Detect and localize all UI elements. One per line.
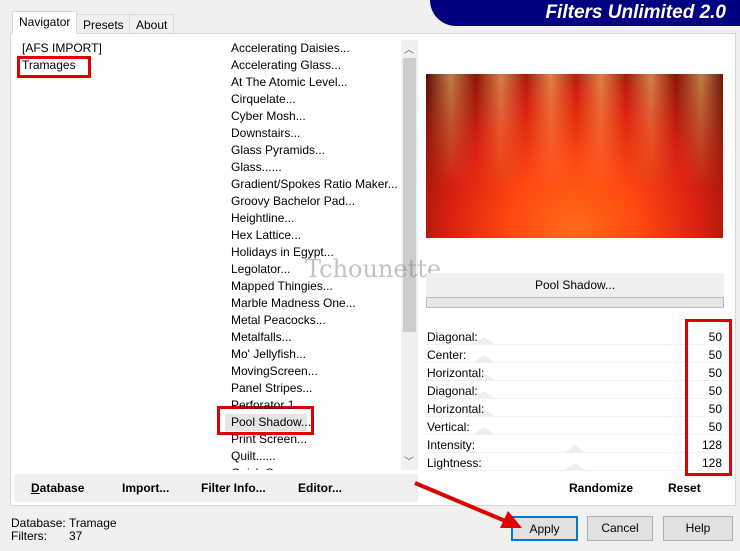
filter-item[interactable]: Hex Lattice...: [225, 227, 401, 244]
filter-item[interactable]: Print Screen...: [225, 431, 401, 448]
category-item[interactable]: [AFS IMPORT]: [14, 40, 214, 57]
filter-item[interactable]: Mapped Thingies...: [225, 278, 401, 295]
filter-item[interactable]: Pool Shadow...: [225, 414, 401, 431]
help-button[interactable]: Help: [663, 516, 733, 541]
filter-item[interactable]: Mo' Jellyfish...: [225, 346, 401, 363]
slider-label: Center:: [427, 348, 467, 362]
progress-bar: [426, 297, 724, 308]
slider-row[interactable]: Vertical: 50: [426, 418, 724, 435]
slider-thumb[interactable]: [564, 463, 585, 470]
filter-item[interactable]: Cyber Mosh...: [225, 108, 401, 125]
status-database-value: Tramage: [69, 516, 117, 530]
filter-item[interactable]: Gradient/Spokes Ratio Maker...: [225, 176, 401, 193]
slider-thumb[interactable]: [564, 445, 585, 452]
editor-button[interactable]: Editor...: [298, 481, 342, 495]
filter-info-button[interactable]: Filter Info...: [201, 481, 266, 495]
annotation-box: [17, 56, 91, 78]
filter-item[interactable]: Perforator 1: [225, 397, 401, 414]
filter-item[interactable]: Downstairs...: [225, 125, 401, 142]
slider-row[interactable]: Horizontal: 50: [426, 400, 724, 417]
filter-preview-image: [426, 74, 723, 238]
slider-label: Diagonal:: [427, 384, 478, 398]
filter-item[interactable]: Glass Pyramids...: [225, 142, 401, 159]
slider-label: Vertical:: [427, 420, 470, 434]
slider-row[interactable]: Intensity: 128: [426, 436, 724, 453]
tab-presets[interactable]: Presets: [76, 14, 131, 34]
filter-item[interactable]: Cirquelate...: [225, 91, 401, 108]
slider-row[interactable]: Diagonal: 50: [426, 382, 724, 399]
cancel-button[interactable]: Cancel: [587, 516, 653, 541]
filter-item[interactable]: Accelerating Glass...: [225, 57, 401, 74]
slider-row[interactable]: Center: 50: [426, 346, 724, 363]
slider-row[interactable]: Diagonal: 50: [426, 328, 724, 345]
filter-item[interactable]: Holidays in Egypt...: [225, 244, 401, 261]
slider-row[interactable]: Horizontal: 50: [426, 364, 724, 381]
filter-item[interactable]: Panel Stripes...: [225, 380, 401, 397]
filter-item[interactable]: Heightline...: [225, 210, 401, 227]
annotation-box: [685, 319, 732, 476]
filter-item[interactable]: Quick Cu...: [225, 465, 401, 470]
filter-list[interactable]: Accelerating Daisies... Accelerating Glas…: [218, 40, 401, 470]
filter-item[interactable]: Marble Madness One...: [225, 295, 401, 312]
database-button[interactable]: Database: [31, 481, 84, 495]
tab-navigator[interactable]: Navigator: [12, 11, 78, 34]
tab-about[interactable]: About: [129, 14, 175, 34]
filter-item[interactable]: Glass......: [225, 159, 401, 176]
category-list[interactable]: [AFS IMPORT] Tramages: [14, 40, 214, 470]
navigator-toolbar: Database Import... Filter Info... Editor…: [14, 474, 418, 502]
chevron-up-icon[interactable]: ︿: [404, 41, 414, 56]
filter-item[interactable]: Accelerating Daisies...: [225, 40, 401, 57]
slider-thumb[interactable]: [474, 355, 495, 362]
slider-thumb[interactable]: [474, 427, 495, 434]
scrollbar-thumb[interactable]: [403, 58, 416, 332]
filter-item[interactable]: At The Atomic Level...: [225, 74, 401, 91]
slider-label: Horizontal:: [427, 366, 485, 380]
annotation-arrow: [414, 481, 522, 528]
filter-item[interactable]: MovingScreen...: [225, 363, 401, 380]
app-banner: Filters Unlimited 2.0: [430, 0, 740, 26]
slider-label: Lightness:: [427, 456, 482, 470]
status-filters-label: Filters:: [11, 529, 47, 543]
import-button[interactable]: Import...: [122, 481, 169, 495]
filter-item[interactable]: Quilt......: [225, 448, 401, 465]
slider-label: Intensity:: [427, 438, 476, 452]
slider-label: Horizontal:: [427, 402, 485, 416]
slider-row[interactable]: Lightness: 128: [426, 454, 724, 471]
status-database-label: Database:: [11, 516, 66, 530]
status-filters-value: 37: [69, 529, 83, 543]
reset-button[interactable]: Reset: [668, 481, 701, 495]
filter-item[interactable]: Groovy Bachelor Pad...: [225, 193, 401, 210]
randomize-button[interactable]: Randomize: [569, 481, 633, 495]
filter-name-label: Pool Shadow...: [426, 273, 724, 297]
chevron-down-icon[interactable]: ﹀: [404, 453, 414, 468]
slider-label: Diagonal:: [427, 330, 478, 344]
filter-item[interactable]: Metalfalls...: [225, 329, 401, 346]
filter-item[interactable]: Metal Peacocks...: [225, 312, 401, 329]
filter-item[interactable]: Legolator...: [225, 261, 401, 278]
